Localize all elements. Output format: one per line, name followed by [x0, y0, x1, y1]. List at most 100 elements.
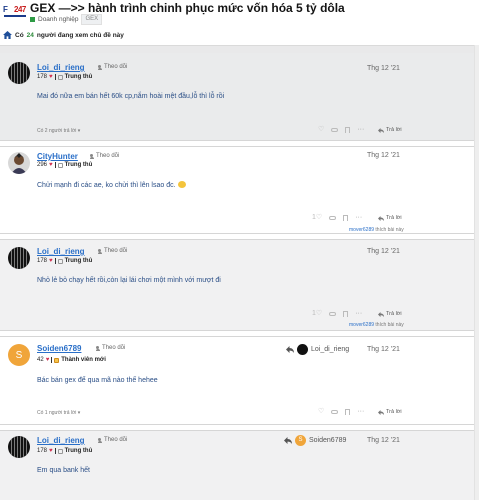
bookmark-icon[interactable] — [343, 311, 349, 317]
more-icon[interactable]: ··· — [355, 214, 362, 221]
follow-icon — [97, 437, 102, 443]
post-divider — [0, 140, 474, 147]
reply-icon — [378, 215, 384, 221]
viewer-count: 24 — [26, 31, 34, 39]
user-stats: 178 ♥ Trung thủ — [37, 74, 93, 80]
rank-icon — [57, 162, 63, 168]
post-username[interactable]: Loi_di_rieng — [37, 436, 85, 445]
likers-list[interactable]: mover6289 thích bài này — [349, 322, 404, 328]
post-content: Chửi mạnh đi các ae, ko chửi thì lên lsa… — [37, 181, 186, 189]
category-color-icon — [30, 17, 35, 22]
reply-to-reference[interactable]: Loi_di_rieng — [286, 344, 349, 355]
reply-to-reference[interactable]: S Soiden6789 — [284, 435, 346, 446]
post-content: Bác bán gex để qua mã nào thế hehee — [37, 377, 158, 384]
post-divider — [0, 233, 474, 240]
replies-toggle[interactable]: Có 1 người trả lời ▾ — [37, 410, 80, 416]
post-date[interactable]: Thg 12 '21 — [367, 152, 400, 159]
follow-icon — [97, 64, 102, 70]
rank-icon — [57, 74, 63, 80]
avatar[interactable]: S — [8, 344, 30, 366]
viewers-count-bar: Có 24 người đang xem chủ đề này — [3, 30, 124, 40]
post-date[interactable]: Thg 12 '21 — [367, 65, 400, 72]
post: Loi_di_rieng Theo dõi 178 ♥ Trung thủ Thg … — [0, 240, 474, 330]
post-actions: 1♡ ··· — [312, 214, 362, 221]
bookmark-icon[interactable] — [345, 409, 351, 415]
heart-icon: ♥ — [49, 162, 53, 168]
follow-button[interactable]: Theo dõi — [89, 153, 119, 159]
post-username[interactable]: Loi_di_rieng — [37, 247, 85, 256]
follow-button[interactable]: Theo dõi — [97, 64, 127, 70]
reply-button[interactable]: Trả lời — [378, 127, 402, 133]
post-content: Em qua bank hết — [37, 467, 90, 474]
rank-icon — [57, 448, 63, 454]
like-icon[interactable]: ♡ — [318, 408, 324, 415]
post-date[interactable]: Thg 12 '21 — [367, 437, 400, 444]
post: CityHunter Theo dõi 296 ♥ Trung thủ Thg 12… — [0, 147, 474, 233]
like-icon[interactable]: ♡ — [318, 126, 324, 133]
home-icon[interactable] — [3, 31, 12, 39]
bookmark-icon[interactable] — [343, 215, 349, 221]
reply-button[interactable]: Trả lời — [378, 409, 402, 415]
scrollbar-track[interactable] — [474, 45, 479, 500]
more-icon[interactable]: ··· — [355, 310, 362, 317]
like-icon[interactable]: 1♡ — [312, 214, 322, 221]
more-icon[interactable]: ··· — [357, 126, 364, 133]
post-date[interactable]: Thg 12 '21 — [367, 248, 400, 255]
topic-title[interactable]: GEX —>> hành trình chinh phục mức vốn hó… — [30, 1, 345, 15]
post: Loi_di_rieng Theo dõi 178 ♥ Trung thủ Thg … — [0, 53, 474, 140]
topic-meta: Doanh nghiệp GEX — [30, 14, 103, 25]
rank-icon — [57, 258, 63, 264]
reply-button[interactable]: Trả lời — [378, 215, 402, 221]
post-username[interactable]: Loi_di_rieng — [37, 63, 85, 72]
post-actions: ♡ ··· — [318, 126, 364, 133]
more-icon[interactable]: ··· — [357, 408, 364, 415]
topic-tag[interactable]: GEX — [81, 14, 103, 25]
topic-header: F 247 GEX —>> hành trình chinh phục mức … — [0, 0, 479, 30]
avatar[interactable] — [8, 62, 30, 84]
follow-icon — [97, 248, 102, 254]
reply-button[interactable]: Trả lời — [378, 311, 402, 317]
heart-icon: ♥ — [49, 74, 53, 80]
post-content: Nhỏ lẻ bỏ chạy hết rồi,còn lại lái chơi … — [37, 277, 221, 284]
avatar[interactable] — [8, 247, 30, 269]
follow-button[interactable]: Theo dõi — [97, 248, 127, 254]
reply-to-icon — [286, 346, 294, 353]
post-content: Mai đó nữa em bán hết 60k cp,nắm hoài mệ… — [37, 93, 225, 100]
post-divider — [0, 424, 474, 431]
reply-to-icon — [284, 437, 292, 444]
reply-icon — [378, 409, 384, 415]
follow-icon — [95, 345, 100, 351]
like-icon[interactable]: 1♡ — [312, 310, 322, 317]
link-icon[interactable] — [329, 216, 337, 220]
emoji-icon — [177, 181, 186, 188]
category-link[interactable]: Doanh nghiệp — [38, 16, 78, 23]
heart-icon: ♥ — [49, 258, 53, 264]
post-username[interactable]: CityHunter — [37, 152, 78, 161]
follow-button[interactable]: Theo dõi — [97, 437, 127, 443]
link-icon[interactable] — [331, 128, 339, 132]
user-stats: 296 ♥ Trung thủ — [37, 162, 93, 168]
avatar[interactable] — [8, 436, 30, 458]
post-divider — [0, 330, 474, 337]
avatar[interactable] — [8, 152, 30, 174]
bookmark-icon[interactable] — [345, 127, 351, 133]
post-stream-top — [0, 45, 479, 53]
reply-icon — [378, 127, 384, 133]
link-icon[interactable] — [329, 312, 337, 316]
heart-icon: ♥ — [49, 448, 53, 454]
avatar — [297, 344, 308, 355]
post-actions: ♡ ··· — [318, 408, 364, 415]
f247-logo[interactable]: F 247 — [3, 3, 27, 19]
post-username[interactable]: Soiden6789 — [37, 344, 81, 353]
post: Loi_di_rieng Theo dõi 178 ♥ Trung thủ S So… — [0, 431, 474, 500]
heart-icon: ♥ — [45, 357, 50, 363]
reply-icon — [378, 311, 384, 317]
user-stats: 178 ♥ Trung thủ — [37, 448, 93, 454]
follow-icon — [89, 153, 94, 159]
follow-button[interactable]: Theo dõi — [95, 345, 125, 351]
post-date[interactable]: Thg 12 '21 — [367, 346, 400, 353]
rank-icon — [54, 357, 60, 363]
link-icon[interactable] — [331, 410, 339, 414]
replies-toggle[interactable]: Có 2 người trả lời ▾ — [37, 128, 80, 134]
post-actions: 1♡ ··· — [312, 310, 362, 317]
